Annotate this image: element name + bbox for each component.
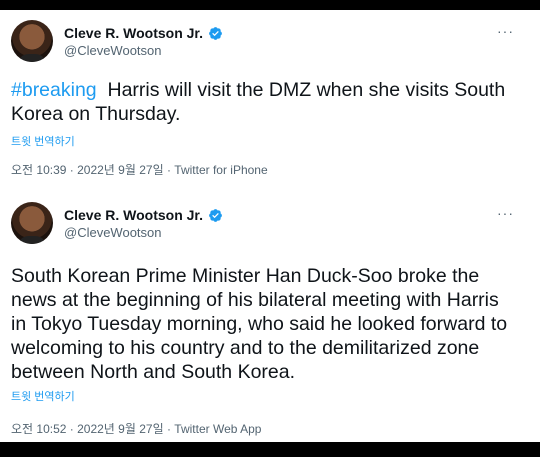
author-name[interactable]: Cleve R. Wootson Jr. — [64, 207, 203, 223]
tweet-text: South Korean Prime Minister Han Duck-Soo… — [11, 265, 508, 383]
translate-tweet-link[interactable]: 트윗 번역하기 — [11, 133, 75, 149]
tweet-text: #breaking Harris will visit the DMZ when… — [11, 78, 516, 126]
avatar[interactable] — [11, 202, 53, 244]
hashtag-link[interactable]: #breaking — [11, 79, 97, 101]
author-handle[interactable]: @CleveWootson — [64, 43, 162, 58]
author-name[interactable]: Cleve R. Wootson Jr. — [64, 25, 203, 41]
source-link[interactable]: Twitter Web App — [174, 422, 261, 436]
tweet-meta: 오전 10:39 · 2022년 9월 27일 · Twitter for iP… — [11, 161, 268, 178]
tweet-1[interactable]: Cleve R. Wootson Jr. @CleveWootson ··· #… — [0, 10, 540, 195]
source-link[interactable]: Twitter for iPhone — [174, 163, 267, 177]
translate-tweet-link[interactable]: 트윗 번역하기 — [11, 388, 75, 404]
timestamp[interactable]: 오전 10:39 · 2022년 9월 27일 · — [11, 163, 174, 177]
more-options-icon[interactable]: ··· — [497, 24, 514, 38]
timestamp[interactable]: 오전 10:52 · 2022년 9월 27일 · — [11, 422, 174, 436]
more-options-icon[interactable]: ··· — [497, 206, 514, 220]
verified-badge-icon — [209, 26, 222, 40]
tweet-thread: Cleve R. Wootson Jr. @CleveWootson ··· #… — [0, 10, 540, 442]
author-row: Cleve R. Wootson Jr. — [64, 23, 223, 43]
author-handle[interactable]: @CleveWootson — [64, 225, 162, 240]
tweet-meta: 오전 10:52 · 2022년 9월 27일 · Twitter Web Ap… — [11, 420, 261, 437]
author-row: Cleve R. Wootson Jr. — [64, 205, 223, 225]
tweet-2[interactable]: Cleve R. Wootson Jr. @CleveWootson ··· S… — [0, 192, 540, 442]
avatar[interactable] — [11, 20, 53, 62]
verified-badge-icon — [209, 208, 222, 222]
